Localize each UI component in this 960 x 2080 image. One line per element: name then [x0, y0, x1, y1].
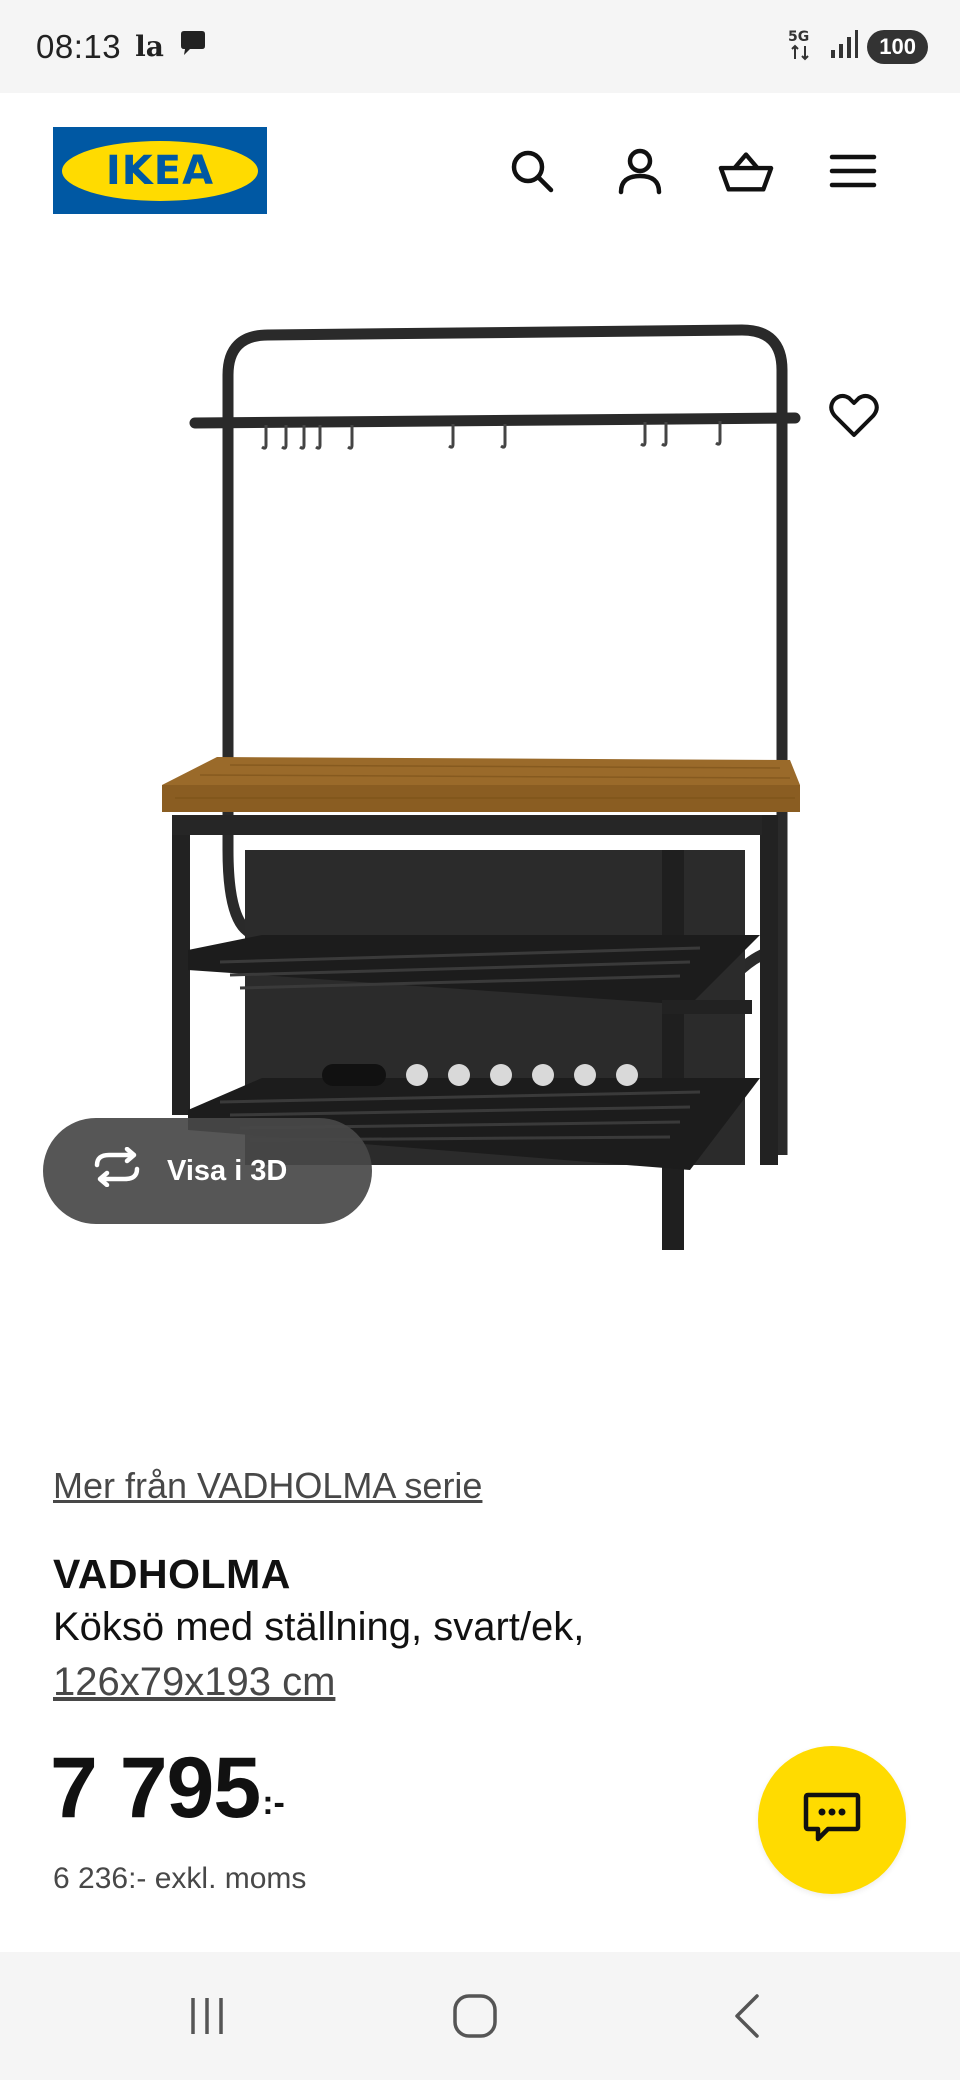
back-icon[interactable] [712, 1986, 782, 2046]
price-excl-vat: 6 236:- exkl. moms [53, 1862, 307, 1895]
chat-button[interactable] [758, 1746, 906, 1894]
price-suffix: :- [262, 1784, 285, 1822]
product-size-link[interactable]: 126x79x193 cm [53, 1660, 335, 1705]
status-right: 5G 100 [787, 26, 928, 67]
product-gallery[interactable]: Visa i 3D [0, 248, 960, 1296]
signal-icon [829, 28, 859, 65]
gallery-dot[interactable] [574, 1064, 596, 1086]
chat-bubble-icon [178, 30, 208, 63]
status-left: 08:13 la [36, 28, 208, 66]
svg-text:5G: 5G [788, 29, 809, 45]
gallery-dot[interactable] [532, 1064, 554, 1086]
series-link[interactable]: Mer från VADHOLMA serie [53, 1465, 482, 1507]
logo-ellipse: IKEA [62, 140, 258, 201]
view-in-3d-button[interactable]: Visa i 3D [43, 1118, 372, 1224]
price: 7 795 :- [50, 1745, 285, 1831]
app-indicator-icon: la [135, 30, 164, 63]
product-name: VADHOLMA [53, 1551, 291, 1597]
ikea-logo[interactable]: IKEA [53, 127, 267, 214]
basket-icon[interactable] [718, 143, 774, 199]
account-icon[interactable] [612, 143, 668, 199]
system-nav-bar [0, 1952, 960, 2080]
battery-indicator: 100 [867, 29, 928, 64]
gallery-dot[interactable] [448, 1064, 470, 1086]
view-in-3d-label: Visa i 3D [167, 1154, 288, 1187]
page: 08:13 la 5G 100 IKEA Visa i 3D Mer från … [0, 0, 960, 2080]
gallery-dot[interactable] [322, 1064, 386, 1086]
menu-icon[interactable] [825, 143, 881, 199]
recent-apps-icon[interactable] [172, 1986, 242, 2046]
logo-text: IKEA [105, 147, 215, 194]
search-icon[interactable] [504, 143, 560, 199]
gallery-pagination [0, 1063, 960, 1087]
network-5g-icon: 5G [787, 26, 821, 67]
gallery-dot[interactable] [616, 1064, 638, 1086]
site-header: IKEA [0, 93, 960, 248]
home-icon[interactable] [440, 1986, 510, 2046]
status-time: 08:13 [36, 27, 122, 65]
product-description: Köksö med ställning, svart/ek, [53, 1605, 585, 1649]
chat-icon [802, 1791, 862, 1850]
price-amount: 7 795 [50, 1740, 261, 1836]
rotate-3d-icon [89, 1146, 145, 1195]
gallery-dot[interactable] [490, 1064, 512, 1086]
status-bar: 08:13 la 5G 100 [0, 0, 960, 93]
gallery-dot[interactable] [406, 1064, 428, 1086]
wishlist-heart-icon[interactable] [824, 386, 884, 446]
